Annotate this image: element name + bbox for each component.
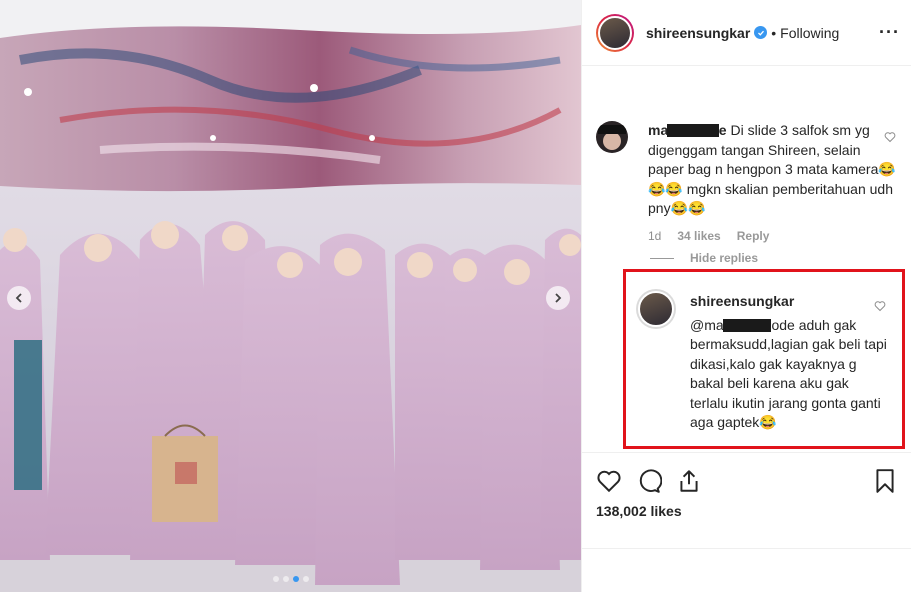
reply-username[interactable]: shireensungkar	[690, 292, 890, 312]
carousel-next-button[interactable]	[546, 286, 570, 310]
censor-bar	[723, 318, 772, 332]
commenter-username[interactable]: mau e	[648, 122, 727, 138]
reply-avatar[interactable]	[636, 289, 676, 329]
likes-count[interactable]: 138,002 likes	[596, 503, 898, 519]
hide-replies-line	[650, 257, 674, 259]
author-avatar[interactable]	[596, 13, 634, 52]
comment-age: 1d	[648, 228, 662, 243]
censor-bar	[666, 124, 719, 137]
comment-meta: 1d 34 likes Reply	[648, 229, 896, 243]
carousel-prev-button[interactable]	[7, 286, 31, 310]
comment-body: mau e Di slide 3 salfok sm yg digenggam t…	[648, 121, 896, 219]
following-button[interactable]: Following	[780, 25, 839, 41]
reply-comment: shireensungkar @mau ode aduh gak bermaksu…	[690, 292, 890, 433]
carousel-dot-active	[292, 576, 299, 582]
more-options-icon[interactable]: ···	[879, 22, 900, 43]
carousel-dot	[302, 576, 309, 582]
heart-icon[interactable]	[596, 461, 636, 501]
post-header: shireensungkar • Following ···	[582, 0, 911, 66]
carousel-indicator	[0, 576, 581, 582]
post-actions: 138,002 likes	[582, 452, 911, 519]
photo-image	[0, 0, 581, 592]
add-comment-area	[582, 548, 911, 592]
reply-text: aduh gak bermaksudd,lagian gak beli tapi…	[690, 316, 887, 431]
post-photo[interactable]	[0, 0, 581, 592]
hide-replies-label: Hide replies	[690, 251, 759, 265]
header-separator: •	[771, 24, 777, 41]
reply-mention[interactable]: @mau ode	[690, 317, 795, 333]
comment: mau e Di slide 3 salfok sm yg digenggam t…	[596, 121, 896, 243]
chevron-right-icon	[555, 293, 562, 303]
share-icon[interactable]	[676, 461, 716, 501]
comment-reply-button[interactable]: Reply	[737, 229, 770, 243]
carousel-dot	[272, 576, 279, 582]
hide-replies-button[interactable]: Hide replies	[650, 251, 758, 265]
comment-likes[interactable]: 34 likes	[677, 229, 720, 243]
bookmark-icon[interactable]	[858, 461, 898, 501]
author-username[interactable]: shireensungkar	[646, 25, 750, 41]
comment-icon[interactable]	[636, 461, 676, 501]
reply-like-heart-icon[interactable]	[874, 300, 886, 312]
commenter-avatar[interactable]	[596, 121, 628, 153]
carousel-dot	[282, 576, 289, 582]
chevron-left-icon	[15, 293, 22, 303]
comment-like-heart-icon[interactable]	[884, 131, 896, 143]
verified-badge-icon	[754, 26, 768, 39]
